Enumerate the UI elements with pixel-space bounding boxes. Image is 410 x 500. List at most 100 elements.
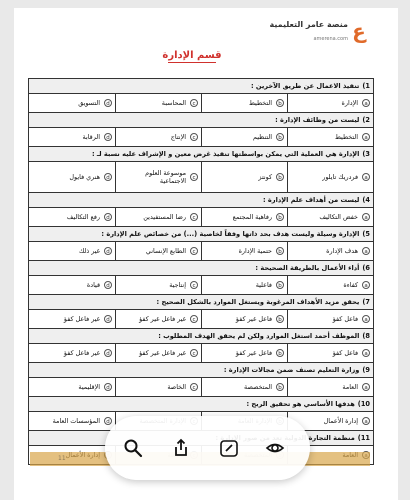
floating-toolbar — [105, 416, 310, 480]
answer-option[interactable]: a فاعل كفؤ — [287, 310, 373, 328]
option-text: المحاسبة — [161, 99, 186, 107]
question-number: 10) — [357, 400, 370, 408]
section-title: قسم الإدارة — [162, 50, 222, 61]
answer-option[interactable]: c موسوعة العلوم الاجتماعية — [115, 162, 201, 192]
lens-button[interactable] — [265, 438, 285, 458]
answer-option[interactable]: d قيادة — [29, 276, 115, 294]
option-text: الرقابة — [82, 133, 100, 141]
answer-option[interactable]: d غير ذلك — [29, 242, 115, 260]
answer-option[interactable]: d المؤسسات العامة — [29, 412, 115, 430]
option-text: كفاءة — [343, 281, 358, 289]
question-row: 3)الإدارة هي العملية التي يمكن بواسطتها … — [29, 147, 373, 162]
answer-option[interactable]: c غير فاعل غير كفؤ — [115, 310, 201, 328]
answer-option[interactable]: d رفع التكاليف — [29, 208, 115, 226]
question-row: 9)وزارة التعليم تصنف ضمن مجالات الإدارة … — [29, 363, 373, 378]
option-text: غير فاعل كفؤ — [63, 315, 100, 323]
option-letter: d — [104, 213, 112, 221]
answer-option[interactable]: c غير فاعل غير كفؤ — [115, 344, 201, 362]
option-letter: c — [190, 247, 198, 255]
answer-option[interactable]: b فاعل غير كفؤ — [201, 310, 287, 328]
title-underline — [168, 62, 216, 63]
option-text: فاعلية — [255, 281, 272, 289]
question-number: 8) — [362, 332, 370, 340]
answer-option[interactable]: b كونتز — [201, 162, 287, 192]
answer-option[interactable]: c الخاصة — [115, 378, 201, 396]
question-row: 8)الموظف أحمد استغل الموارد ولكن لم يحقق… — [29, 329, 373, 344]
answer-option[interactable]: b رفاهية المجتمع — [201, 208, 287, 226]
answer-option[interactable]: d هنري فايول — [29, 162, 115, 192]
options-row: a فردريك تايلور b كونتز c موسوعة العلوم الاجت… — [29, 162, 373, 193]
option-text: هنري فايول — [69, 173, 100, 181]
answer-option[interactable]: b فاعلية — [201, 276, 287, 294]
answer-option[interactable]: c رضا المستفيدين — [115, 208, 201, 226]
question-text: وزارة التعليم تصنف ضمن مجالات الإدارة : — [223, 366, 360, 374]
answer-option[interactable]: a التخطيط — [287, 128, 373, 146]
options-row: a التخطيط b التنظيم c الإنتاج d الرقابة — [29, 128, 373, 147]
option-letter: a — [362, 281, 370, 289]
option-letter: b — [276, 383, 284, 391]
option-letter: d — [104, 281, 112, 289]
answer-option[interactable]: d الإقليمية — [29, 378, 115, 396]
option-letter: d — [104, 173, 112, 181]
options-row: a هدف الإدارة b حتمية الإدارة c الطابع الإنسا… — [29, 242, 373, 261]
answer-option[interactable]: b فاعل غير كفؤ — [201, 344, 287, 362]
option-text: رفاهية المجتمع — [232, 213, 272, 221]
option-letter: a — [362, 247, 370, 255]
answer-option[interactable]: b التخطيط — [201, 94, 287, 112]
answer-option[interactable]: a خفض التكاليف — [287, 208, 373, 226]
option-letter: b — [276, 99, 284, 107]
answer-option[interactable]: a كفاءة — [287, 276, 373, 294]
question-text: هدفها الأساسي هو تحقيق الربح : — [246, 400, 355, 408]
answer-option[interactable]: c المحاسبة — [115, 94, 201, 112]
question-text: أداء الأعمال بالطريقة الصحيحة : — [255, 264, 360, 272]
option-letter: c — [190, 315, 198, 323]
answer-option[interactable]: d غير فاعل كفؤ — [29, 310, 115, 328]
option-text: رفع التكاليف — [66, 213, 100, 221]
option-text: التنظيم — [252, 133, 272, 141]
answer-option[interactable]: c إنتاجية — [115, 276, 201, 294]
option-text: قيادة — [86, 281, 100, 289]
answer-option[interactable]: c الإنتاج — [115, 128, 201, 146]
option-letter: d — [104, 383, 112, 391]
option-letter: d — [104, 349, 112, 357]
question-row: 1)تنفيذ الاعمال عن طريق الآخرين : — [29, 79, 373, 94]
question-text: الإدارة هي العملية التي يمكن بواسطتها تن… — [91, 150, 360, 158]
option-letter: b — [276, 349, 284, 357]
option-text: التخطيط — [248, 99, 272, 107]
option-letter: d — [104, 315, 112, 323]
option-letter: a — [362, 173, 370, 181]
answer-option[interactable]: b المتخصصة — [201, 378, 287, 396]
option-letter: c — [190, 173, 198, 181]
answer-option[interactable]: c الطابع الإنساني — [115, 242, 201, 260]
share-button[interactable] — [171, 438, 191, 458]
option-letter: b — [276, 213, 284, 221]
options-row: a الإدارة b التخطيط c المحاسبة d التسويق — [29, 94, 373, 113]
answer-option[interactable]: d الرقابة — [29, 128, 115, 146]
answer-option[interactable]: d غير فاعل كفؤ — [29, 344, 115, 362]
option-letter: c — [190, 383, 198, 391]
option-text: الطابع الإنساني — [145, 247, 186, 255]
question-row: 6)أداء الأعمال بالطريقة الصحيحة : — [29, 261, 373, 276]
option-letter: a — [362, 99, 370, 107]
answer-option[interactable]: a العامة — [287, 378, 373, 396]
answer-option[interactable]: a فاعل كفؤ — [287, 344, 373, 362]
search-button[interactable] — [123, 438, 143, 458]
option-text: التسويق — [78, 99, 100, 107]
answer-option[interactable]: a الإدارة — [287, 94, 373, 112]
option-letter: c — [190, 133, 198, 141]
answer-option[interactable]: a فردريك تايلور — [287, 162, 373, 192]
question-number: 3) — [362, 150, 370, 158]
answer-option[interactable]: d التسويق — [29, 94, 115, 112]
option-text: فاعل غير كفؤ — [235, 315, 272, 323]
option-letter: b — [276, 173, 284, 181]
question-row: 2)ليست من وظائف الإدارة : — [29, 113, 373, 128]
answer-option[interactable]: b التنظيم — [201, 128, 287, 146]
question-row: 4)ليست من أهداف علم الإدارة : — [29, 193, 373, 208]
option-letter: c — [190, 213, 198, 221]
quiz-table: 1)تنفيذ الاعمال عن طريق الآخرين : a الإدار… — [28, 78, 374, 465]
answer-option[interactable]: b حتمية الإدارة — [201, 242, 287, 260]
markup-button[interactable] — [219, 438, 239, 458]
answer-option[interactable]: a هدف الإدارة — [287, 242, 373, 260]
question-text: ليست من أهداف علم الإدارة : — [262, 196, 360, 204]
option-text: إدارة الأعمال — [323, 417, 358, 425]
